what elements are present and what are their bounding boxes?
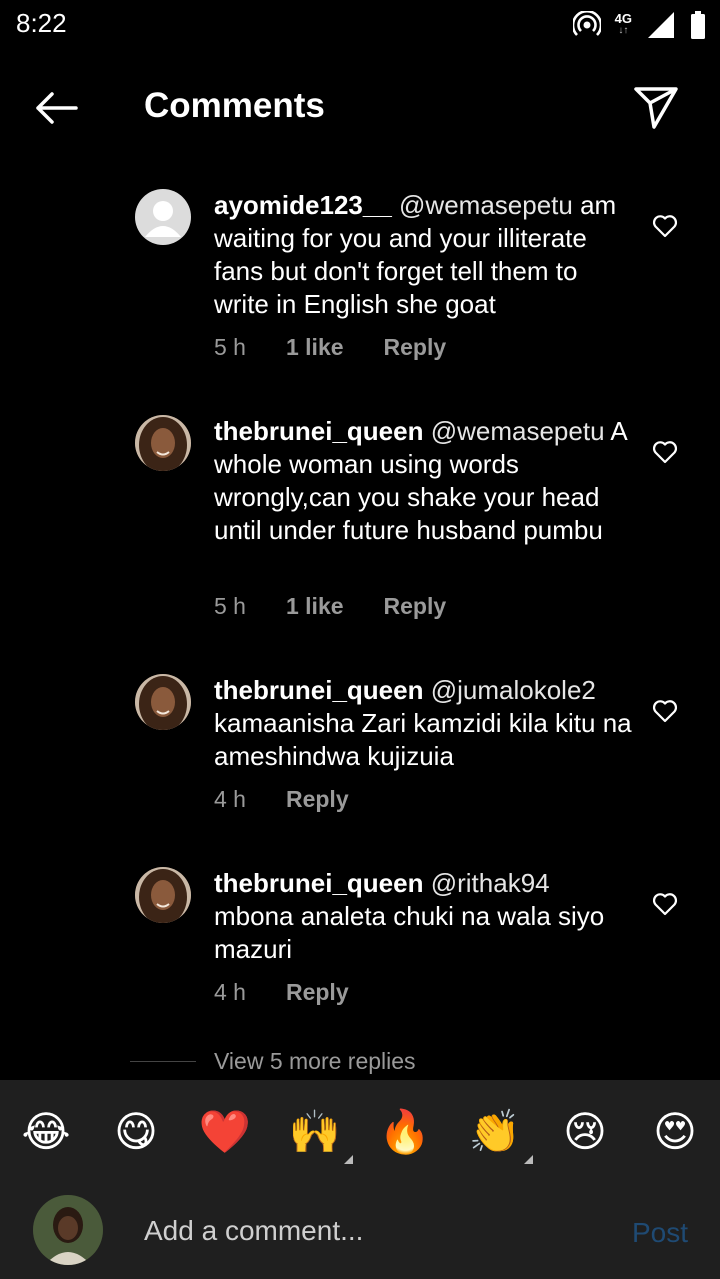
profile-photo-icon xyxy=(135,867,191,923)
comment-username[interactable]: thebrunei_queen xyxy=(214,416,423,446)
comment-mention[interactable]: @wemasepetu xyxy=(399,190,573,220)
comment-composer-panel: 😂 😋 ❤️ 🙌 🔥 👏 😢 😍 Post xyxy=(0,1080,720,1279)
comment-likes[interactable]: 1 like xyxy=(286,593,344,620)
comment-text: ayomide123__ @wemasepetu am waiting for … xyxy=(214,189,634,321)
signal-icon xyxy=(648,12,674,38)
comment-input[interactable] xyxy=(144,1209,594,1253)
emoji-clap-button[interactable]: 👏 xyxy=(467,1104,533,1164)
reply-button[interactable]: Reply xyxy=(384,334,447,361)
emoji-crying-button[interactable]: 😢 xyxy=(557,1104,613,1160)
emoji-laughing-button[interactable]: 😂 xyxy=(18,1104,74,1160)
paper-plane-icon xyxy=(634,87,678,129)
avatar[interactable] xyxy=(135,674,191,730)
comment-message: kamaanisha Zari kamzidi kila kitu na ame… xyxy=(214,708,632,771)
comment-username[interactable]: thebrunei_queen xyxy=(214,868,423,898)
page-title: Comments xyxy=(144,86,325,125)
avatar[interactable] xyxy=(135,415,191,471)
like-comment-button[interactable] xyxy=(650,889,680,919)
view-more-replies-label: View 5 more replies xyxy=(214,1047,416,1074)
emoji-raised-hands-button[interactable]: 🙌 xyxy=(287,1104,353,1164)
comment-mention[interactable]: @jumalokole2 xyxy=(431,675,596,705)
comment-text: thebrunei_queen @jumalokole2 kamaanisha … xyxy=(214,674,634,773)
comment-username[interactable]: ayomide123__ xyxy=(214,190,392,220)
reply-button[interactable]: Reply xyxy=(286,786,349,813)
comment-username[interactable]: thebrunei_queen xyxy=(214,675,423,705)
emoji-heart-button[interactable]: ❤️ xyxy=(197,1104,253,1160)
emoji-raised-hands: 🙌 xyxy=(288,1107,342,1156)
direct-share-button[interactable] xyxy=(626,80,686,136)
like-comment-button[interactable] xyxy=(650,437,680,467)
comment-time: 4 h xyxy=(214,786,246,812)
comment-time: 5 h xyxy=(214,334,246,360)
status-time: 8:22 xyxy=(16,8,67,38)
comment-mention[interactable]: @rithak94 xyxy=(431,868,550,898)
emoji-heart-eyes-button[interactable]: 😍 xyxy=(647,1104,703,1160)
comment-text: thebrunei_queen @rithak94 mbona analeta … xyxy=(214,867,634,966)
comment-message: mbona analeta chuki na wala siyo mazuri xyxy=(214,901,605,964)
header: Comments xyxy=(0,60,720,156)
profile-photo-icon xyxy=(135,674,191,730)
heart-icon xyxy=(652,700,678,723)
post-button[interactable]: Post xyxy=(632,1217,688,1249)
user-photo-icon xyxy=(33,1195,103,1265)
emoji-yum-button[interactable]: 😋 xyxy=(108,1104,164,1160)
avatar[interactable] xyxy=(135,867,191,923)
status-icons: 4G ↓↑ xyxy=(572,8,706,42)
comment-meta: 5 h 1 like Reply xyxy=(214,334,446,361)
reply-button[interactable]: Reply xyxy=(384,593,447,620)
comment-text: thebrunei_queen @wemasepetu A whole woma… xyxy=(214,415,634,547)
my-avatar xyxy=(33,1195,103,1265)
skin-tone-indicator xyxy=(344,1155,353,1164)
comment-meta: 4 h Reply xyxy=(214,979,349,1006)
heart-icon xyxy=(652,893,678,916)
skin-tone-indicator xyxy=(524,1155,533,1164)
profile-photo-icon xyxy=(135,415,191,471)
default-avatar-icon xyxy=(145,201,181,237)
quick-emoji-bar: 😂 😋 ❤️ 🙌 🔥 👏 😢 😍 xyxy=(0,1080,720,1185)
back-arrow-icon xyxy=(36,92,78,124)
hotspot-icon xyxy=(572,11,601,36)
comment-likes[interactable]: 1 like xyxy=(286,334,344,361)
battery-icon xyxy=(691,11,705,39)
reply-button[interactable]: Reply xyxy=(286,979,349,1006)
comment-time: 5 h xyxy=(214,593,246,619)
heart-icon xyxy=(652,441,678,464)
comment-meta: 4 h Reply xyxy=(214,786,349,813)
heart-icon xyxy=(652,215,678,238)
comment-time: 4 h xyxy=(214,979,246,1005)
avatar[interactable] xyxy=(135,189,191,245)
like-comment-button[interactable] xyxy=(650,696,680,726)
emoji-fire-button[interactable]: 🔥 xyxy=(377,1104,433,1160)
status-bar: 8:22 4G ↓↑ xyxy=(0,0,720,50)
network-arrows: ↓↑ xyxy=(618,25,629,36)
emoji-clap: 👏 xyxy=(468,1107,522,1156)
comment-input-row: Post xyxy=(0,1185,720,1279)
comment-meta: 5 h 1 like Reply xyxy=(214,593,446,620)
replies-divider xyxy=(130,1060,196,1062)
comment-mention[interactable]: @wemasepetu xyxy=(431,416,605,446)
network-type-label: 4G ↓↑ xyxy=(614,11,632,37)
network-type: 4G xyxy=(614,11,632,26)
back-button[interactable] xyxy=(28,84,84,132)
view-more-replies-button[interactable]: View 5 more replies xyxy=(130,1044,416,1078)
like-comment-button[interactable] xyxy=(650,211,680,241)
